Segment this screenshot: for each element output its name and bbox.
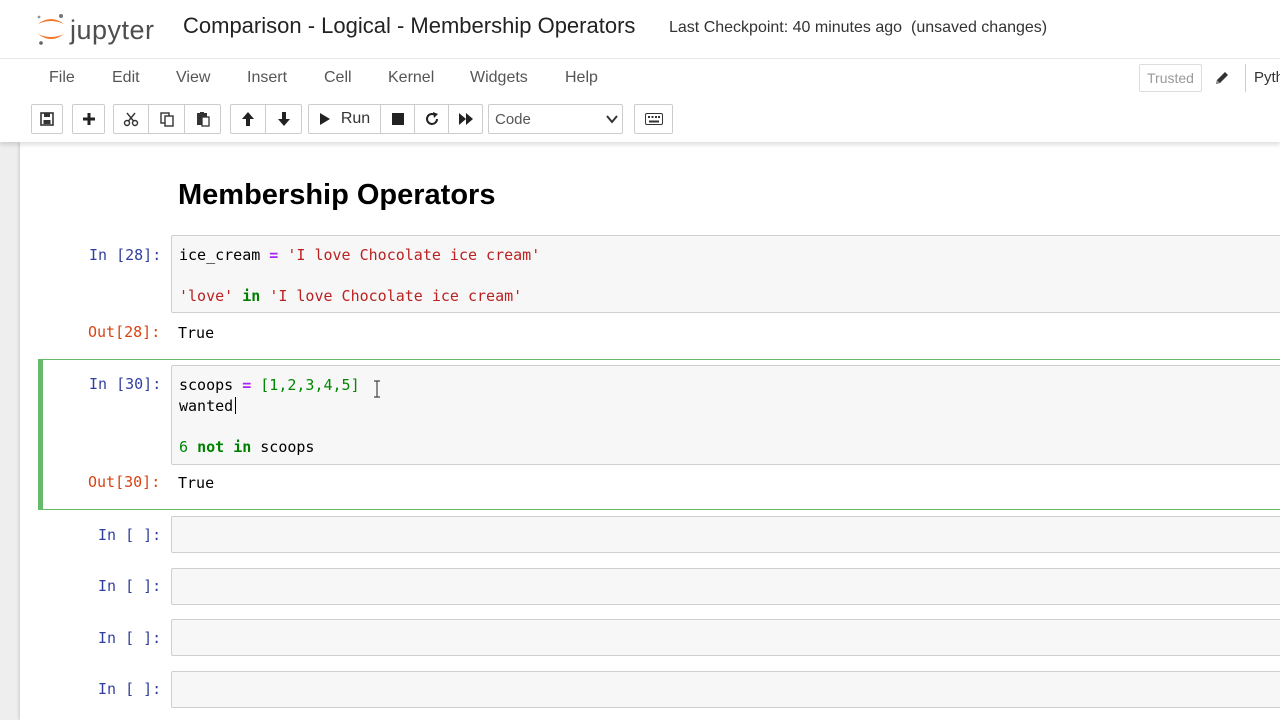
run-icon: [319, 113, 330, 125]
arrow-down-icon: [277, 112, 290, 126]
restart-kernel-button[interactable]: [415, 104, 449, 134]
restart-icon: [425, 112, 438, 125]
code-operator: =: [260, 246, 288, 264]
code-variable: scoops: [260, 438, 315, 456]
output-prompt: Out[28]:: [88, 323, 161, 341]
input-prompt: In [28]:: [89, 246, 162, 264]
code-number: 6: [179, 438, 189, 456]
cut-button[interactable]: [113, 104, 149, 134]
restart-run-all-button[interactable]: [449, 104, 483, 134]
notebook-container: Membership Operators In [28]: ice_cream …: [20, 142, 1280, 720]
cell-type-value: Code: [495, 111, 531, 128]
save-button[interactable]: [31, 104, 63, 134]
code-variable: ice_cream: [179, 246, 261, 264]
menu-kernel[interactable]: Kernel: [388, 69, 434, 87]
code-keyword: in: [233, 438, 252, 456]
command-palette-button[interactable]: [634, 104, 673, 134]
code-keyword: not: [197, 438, 225, 456]
code-line: wanted: [179, 397, 234, 415]
menu-cell[interactable]: Cell: [324, 69, 352, 87]
empty-code-cell[interactable]: [171, 516, 1280, 553]
trusted-indicator[interactable]: Trusted: [1139, 64, 1202, 92]
empty-code-cell[interactable]: [171, 619, 1280, 656]
empty-code-cell[interactable]: [171, 568, 1280, 605]
toolbar: Run: [0, 98, 1280, 142]
chevron-down-icon: [606, 115, 618, 124]
logo-text: jupyter: [70, 15, 155, 45]
move-cell-up-button[interactable]: [230, 104, 266, 134]
paste-icon: [196, 112, 210, 127]
cell-output: True: [178, 474, 215, 492]
code-line: scoops = [1,2,3,4,5]: [179, 376, 360, 394]
edit-pencil-icon[interactable]: [1213, 68, 1231, 88]
insert-cell-button[interactable]: [72, 104, 105, 134]
fast-forward-icon: [458, 113, 473, 125]
markdown-heading[interactable]: Membership Operators: [178, 179, 495, 212]
run-label: Run: [340, 110, 371, 127]
input-prompt: In [ ]:: [98, 629, 162, 647]
menu-insert[interactable]: Insert: [247, 69, 287, 87]
code-string: 'I love Chocolate ice cream': [287, 246, 541, 264]
input-prompt: In [30]:: [89, 375, 162, 393]
stop-icon: [391, 113, 404, 125]
code-string: 'love': [179, 287, 234, 305]
input-prompt: In [ ]:: [98, 526, 162, 544]
run-button[interactable]: Run: [308, 104, 381, 134]
jupyter-logo-icon: [37, 14, 64, 45]
input-prompt: In [ ]:: [98, 577, 162, 595]
checkpoint-text: Last Checkpoint: 40 minutes ago: [669, 19, 903, 36]
menu-help[interactable]: Help: [565, 69, 598, 87]
copy-button[interactable]: [149, 104, 185, 134]
cell-type-select[interactable]: Code: [488, 104, 623, 134]
output-prompt: Out[30]:: [88, 473, 161, 491]
code-line: ice_cream = 'I love Chocolate ice cream': [179, 246, 540, 264]
autosave-status: (unsaved changes): [911, 19, 1048, 36]
code-list: [1,2,3,4,5]: [260, 376, 360, 394]
menu-widgets[interactable]: Widgets: [470, 69, 528, 87]
copy-icon: [159, 112, 174, 127]
cut-icon: [123, 112, 139, 127]
menubar: File Edit View Insert Cell Kernel Widget…: [0, 58, 1280, 98]
code-operator: =: [233, 376, 261, 394]
input-prompt: In [ ]:: [98, 680, 162, 698]
notebook-title[interactable]: Comparison - Logical - Membership Operat…: [183, 13, 635, 39]
empty-code-cell[interactable]: [171, 671, 1280, 708]
keyboard-icon: [644, 113, 663, 125]
plus-icon: [82, 113, 95, 125]
code-keyword: in: [242, 287, 261, 305]
code-cell-input[interactable]: ice_cream = 'I love Chocolate ice cream'…: [171, 235, 1280, 313]
cell-output: True: [178, 324, 215, 342]
code-line: 'love' in 'I love Chocolate ice cream': [179, 287, 522, 305]
save-icon: [40, 112, 54, 126]
interrupt-kernel-button[interactable]: [381, 104, 415, 134]
code-variable: scoops: [179, 376, 234, 394]
arrow-up-icon: [242, 112, 254, 126]
menu-file[interactable]: File: [49, 69, 75, 87]
menu-view[interactable]: View: [176, 69, 210, 87]
text-cursor: [235, 397, 236, 414]
ibeam-cursor-icon: [374, 380, 380, 398]
menu-edit[interactable]: Edit: [112, 69, 140, 87]
checkpoint-status: Last Checkpoint: 40 minutes ago (unsaved …: [669, 19, 1047, 37]
paste-button[interactable]: [185, 104, 221, 134]
move-cell-down-button[interactable]: [266, 104, 302, 134]
jupyter-logo[interactable]: jupyter: [34, 12, 174, 46]
notebook-header: jupyter Comparison - Logical - Membershi…: [0, 0, 1280, 58]
code-cell-input[interactable]: scoops = [1,2,3,4,5] wanted 6 not in sco…: [171, 365, 1280, 465]
code-line: 6 not in scoops: [179, 438, 314, 456]
kernel-indicator[interactable]: Pyth: [1245, 64, 1280, 92]
code-string: 'I love Chocolate ice cream': [269, 287, 523, 305]
